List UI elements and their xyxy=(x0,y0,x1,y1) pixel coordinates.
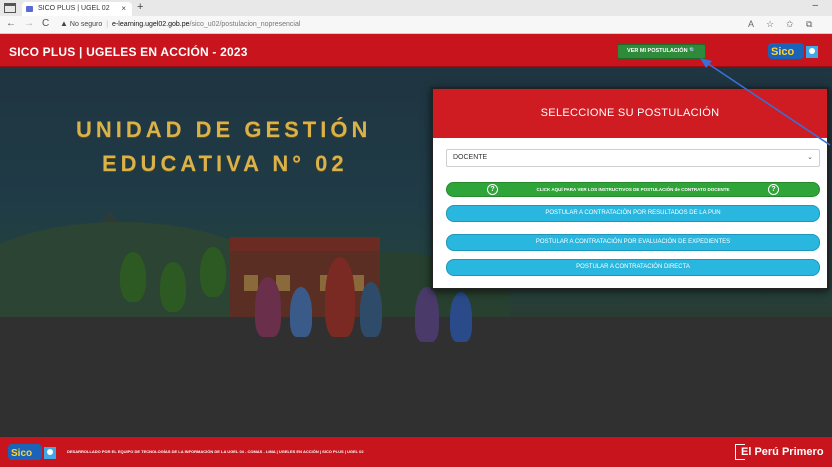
instructivos-button[interactable]: ? CLICK AQUÍ PARA VER LOS INSTRUCTIVOS D… xyxy=(446,182,820,197)
tab-title: SICO PLUS | UGEL 02 xyxy=(38,5,110,12)
minimize-icon[interactable]: – xyxy=(812,0,818,11)
close-icon[interactable]: × xyxy=(121,4,126,13)
footer-logo-text: Sico xyxy=(11,448,32,459)
instructivos-label: CLICK AQUÍ PARA VER LOS INSTRUCTIVOS DE … xyxy=(536,187,730,192)
help-icon: ? xyxy=(768,184,779,195)
read-aloud-icon[interactable]: A xyxy=(748,19,754,29)
help-icon: ? xyxy=(487,184,498,195)
tree-image xyxy=(200,247,226,297)
url-field[interactable]: ▲ No seguro | e-learning.ugel02.gob.pe/sico… xyxy=(60,19,700,31)
postular-expedientes-button[interactable]: POSTULAR A CONTRATACIÓN POR EVALUACIÓN D… xyxy=(446,234,820,251)
select-value: DOCENTE xyxy=(453,154,488,161)
collections-icon[interactable]: ⧉ xyxy=(806,19,812,30)
child-figure-image xyxy=(360,282,382,337)
footer-credits: DESARROLLADO POR EL EQUIPO DE TECNOLOGÍA… xyxy=(67,449,364,454)
child-figure-image xyxy=(415,287,439,342)
annotation-arrow-icon xyxy=(700,58,831,146)
child-figure-image xyxy=(450,292,472,342)
reload-icon[interactable]: C xyxy=(42,18,49,29)
browser-tab-bar: SICO PLUS | UGEL 02 × + – xyxy=(0,0,832,16)
child-figure-image xyxy=(290,287,312,337)
postular-pun-button[interactable]: POSTULAR A CONTRATACIÓN POR RESULTADOS D… xyxy=(446,205,820,222)
hero-title-line-2: EDUCATIVA N° 02 xyxy=(102,151,348,176)
browser-tab[interactable]: SICO PLUS | UGEL 02 × xyxy=(22,2,132,16)
url-separator: | xyxy=(106,21,109,28)
insecure-label: No seguro xyxy=(69,21,103,28)
sico-footer-logo: Sico xyxy=(8,444,56,460)
peru-primero-text: El Perú Primero xyxy=(741,446,824,458)
peru-primero-logo: El Perú Primero xyxy=(735,443,832,463)
site-title: SICO PLUS | UGELES EN ACCIÓN - 2023 xyxy=(9,45,248,59)
favicon-icon xyxy=(26,6,33,12)
forward-icon[interactable]: → xyxy=(24,18,34,29)
tree-image xyxy=(120,252,146,302)
window-menu-icon[interactable] xyxy=(4,3,16,13)
postular-directa-button[interactable]: POSTULAR A CONTRATACIÓN DIRECTA xyxy=(446,259,820,276)
tree-image xyxy=(160,262,186,312)
hero-title-line-1: UNIDAD DE GESTIÓN xyxy=(76,117,372,142)
favorite-icon[interactable]: ☆ xyxy=(766,19,774,30)
child-figure-image xyxy=(255,277,281,337)
url-host: e-learning.ugel02.gob.pe xyxy=(112,21,190,28)
url-path: /sico_u02/postulacion_nopresencial xyxy=(189,21,301,28)
site-footer: Sico DESARROLLADO POR EL EQUIPO DE TECNO… xyxy=(0,437,832,467)
address-bar: ← → C ▲ No seguro | e-learning.ugel02.gob.p… xyxy=(0,16,832,34)
favorites-list-icon[interactable]: ✩ xyxy=(786,19,794,30)
child-figure-image xyxy=(325,257,355,337)
warning-icon: ▲ xyxy=(60,19,68,28)
new-tab-icon[interactable]: + xyxy=(137,1,143,13)
back-icon[interactable]: ← xyxy=(6,18,16,29)
